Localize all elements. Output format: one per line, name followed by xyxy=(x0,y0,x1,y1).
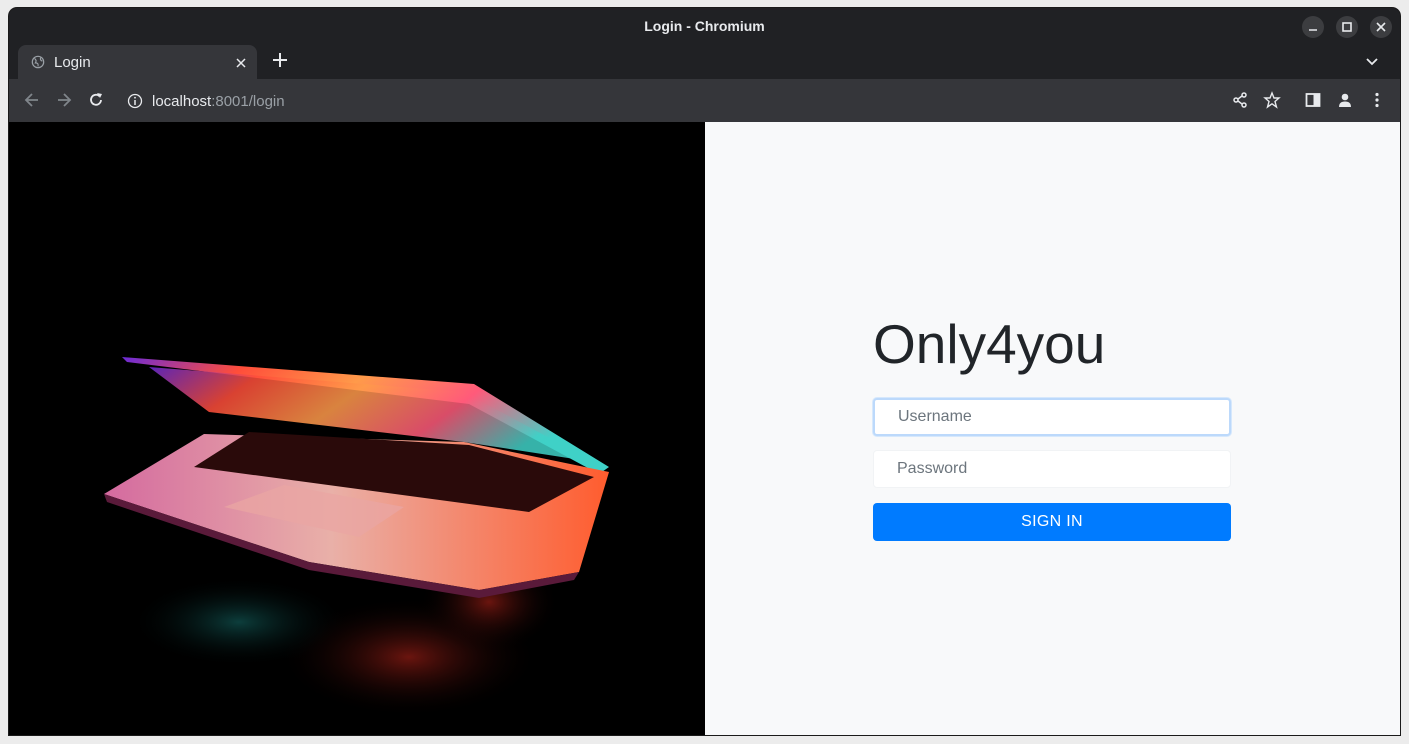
globe-icon xyxy=(31,55,45,69)
info-icon[interactable] xyxy=(127,93,143,109)
chevron-down-icon[interactable] xyxy=(1364,53,1380,69)
sign-in-button[interactable]: SIGN IN xyxy=(873,503,1231,541)
page-viewport: Only4you SIGN IN xyxy=(9,122,1400,735)
title-bar: Login - Chromium xyxy=(9,8,1400,45)
arrow-left-icon[interactable] xyxy=(23,91,41,109)
reload-icon[interactable] xyxy=(87,91,105,109)
url-text: localhost:8001/login xyxy=(152,93,285,110)
minimize-button[interactable] xyxy=(1302,16,1324,38)
close-window-button[interactable] xyxy=(1370,16,1392,38)
plus-icon xyxy=(273,53,287,67)
arrow-right-icon[interactable] xyxy=(55,91,73,109)
browser-toolbar: localhost:8001/login xyxy=(9,79,1400,123)
maximize-button[interactable] xyxy=(1336,16,1358,38)
laptop-illustration xyxy=(104,357,609,717)
new-tab-button[interactable] xyxy=(271,51,289,73)
share-icon[interactable] xyxy=(1231,91,1249,109)
address-bar[interactable]: localhost:8001/login xyxy=(121,86,1121,116)
tab-label: Login xyxy=(54,54,91,71)
kebab-menu-icon[interactable] xyxy=(1368,91,1386,109)
side-panel-icon[interactable] xyxy=(1304,91,1322,109)
url-host: localhost xyxy=(152,93,212,110)
brand-title: Only4you xyxy=(873,313,1106,375)
url-path: :8001/login xyxy=(211,93,285,110)
window-title: Login - Chromium xyxy=(644,18,765,34)
person-icon[interactable] xyxy=(1336,91,1354,109)
maximize-icon xyxy=(1342,22,1352,32)
close-icon xyxy=(236,58,246,68)
close-icon xyxy=(1376,22,1386,32)
username-input[interactable] xyxy=(873,398,1231,436)
tab-login[interactable]: Login xyxy=(18,45,257,79)
browser-window: Login - Chromium Login localhost:8001/lo… xyxy=(9,8,1400,735)
password-input[interactable] xyxy=(873,450,1231,488)
tab-close-button[interactable] xyxy=(233,52,249,76)
star-icon[interactable] xyxy=(1263,91,1281,109)
minimize-icon xyxy=(1309,29,1317,31)
hero-laptop-image xyxy=(9,122,705,735)
